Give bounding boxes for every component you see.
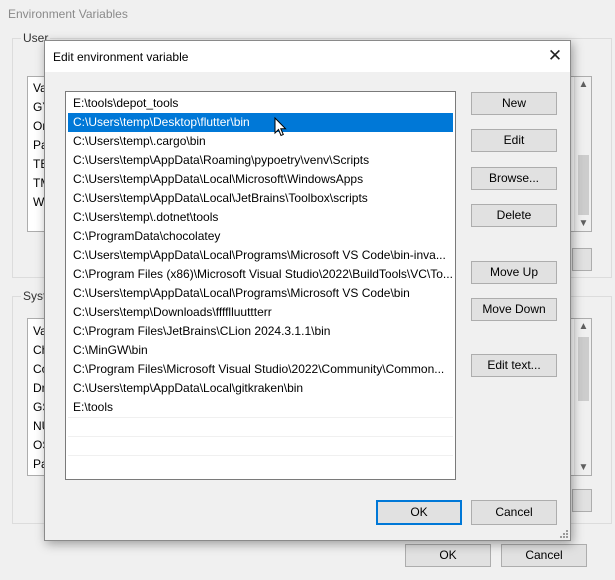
path-entry[interactable]: C:\Users\temp\AppData\Local\Programs\Mic… bbox=[68, 284, 453, 303]
path-entry[interactable]: C:\Users\temp\AppData\Roaming\pypoetry\v… bbox=[68, 151, 453, 170]
move-up-button[interactable]: Move Up bbox=[471, 261, 557, 284]
path-entry[interactable]: C:\Users\temp\AppData\Local\Microsoft\Wi… bbox=[68, 170, 453, 189]
scroll-thumb[interactable] bbox=[578, 155, 589, 215]
delete-button[interactable]: Delete bbox=[471, 204, 557, 227]
variable-row[interactable]: W bbox=[33, 195, 44, 209]
path-entry[interactable]: C:\Users\temp\Downloads\fffflluuttterr bbox=[68, 303, 453, 322]
path-entry[interactable]: C:\Program Files\Microsoft Visual Studio… bbox=[68, 360, 453, 379]
mouse-pointer-icon bbox=[274, 117, 287, 137]
system-list-scrollbar[interactable]: ▲ ▼ bbox=[574, 319, 591, 475]
path-entry[interactable]: C:\Users\temp\AppData\Local\JetBrains\To… bbox=[68, 189, 453, 208]
close-icon[interactable]: ✕ bbox=[540, 41, 570, 72]
path-entry[interactable]: C:\Users\temp\AppData\Local\Programs\Mic… bbox=[68, 246, 453, 265]
empty-row-divider bbox=[68, 455, 453, 456]
path-entry[interactable]: C:\MinGW\bin bbox=[68, 341, 453, 360]
user-delete-button-partial[interactable] bbox=[572, 248, 592, 271]
edit-text-button[interactable]: Edit text... bbox=[471, 354, 557, 377]
env-ok-button[interactable]: OK bbox=[405, 544, 491, 567]
path-entry[interactable]: C:\Users\temp\Desktop\flutter\bin bbox=[68, 113, 453, 132]
scroll-down-icon[interactable]: ▼ bbox=[575, 462, 592, 473]
scroll-up-icon[interactable]: ▲ bbox=[575, 79, 592, 90]
path-entry[interactable]: C:\Users\temp\.dotnet\tools bbox=[68, 208, 453, 227]
path-entry[interactable]: C:\Program Files (x86)\Microsoft Visual … bbox=[68, 265, 453, 284]
path-entry[interactable]: C:\ProgramData\chocolatey bbox=[68, 227, 453, 246]
path-entry[interactable]: C:\Program Files\JetBrains\CLion 2024.3.… bbox=[68, 322, 453, 341]
ok-button[interactable]: OK bbox=[376, 500, 462, 525]
edit-button[interactable]: Edit bbox=[471, 129, 557, 152]
scroll-thumb[interactable] bbox=[578, 337, 589, 401]
dialog-titlebar[interactable]: Edit environment variable ✕ bbox=[45, 41, 570, 72]
scroll-down-icon[interactable]: ▼ bbox=[575, 218, 592, 229]
env-cancel-button[interactable]: Cancel bbox=[501, 544, 587, 567]
cancel-button[interactable]: Cancel bbox=[471, 500, 557, 525]
path-entry[interactable]: C:\Users\temp\.cargo\bin bbox=[68, 132, 453, 151]
resize-grip-icon[interactable] bbox=[558, 528, 568, 538]
path-entry[interactable]: E:\tools bbox=[68, 398, 453, 417]
path-entry[interactable]: E:\tools\depot_tools bbox=[68, 94, 453, 113]
move-down-button[interactable]: Move Down bbox=[471, 298, 557, 321]
edit-environment-variable-dialog: Edit environment variable ✕ E:\tools\dep… bbox=[44, 40, 571, 541]
scroll-up-icon[interactable]: ▲ bbox=[575, 321, 592, 332]
path-entry[interactable]: C:\Users\temp\AppData\Local\gitkraken\bi… bbox=[68, 379, 453, 398]
empty-row-divider bbox=[68, 417, 453, 418]
user-list-scrollbar[interactable]: ▲ ▼ bbox=[574, 77, 591, 231]
browse-button[interactable]: Browse... bbox=[471, 167, 557, 190]
empty-row-divider bbox=[68, 436, 453, 437]
new-button[interactable]: New bbox=[471, 92, 557, 115]
background-window-title: Environment Variables bbox=[8, 7, 128, 21]
dialog-title: Edit environment variable bbox=[53, 50, 189, 64]
system-delete-button-partial[interactable] bbox=[572, 489, 592, 512]
path-list[interactable]: E:\tools\depot_tools C:\Users\temp\Deskto… bbox=[65, 91, 456, 480]
